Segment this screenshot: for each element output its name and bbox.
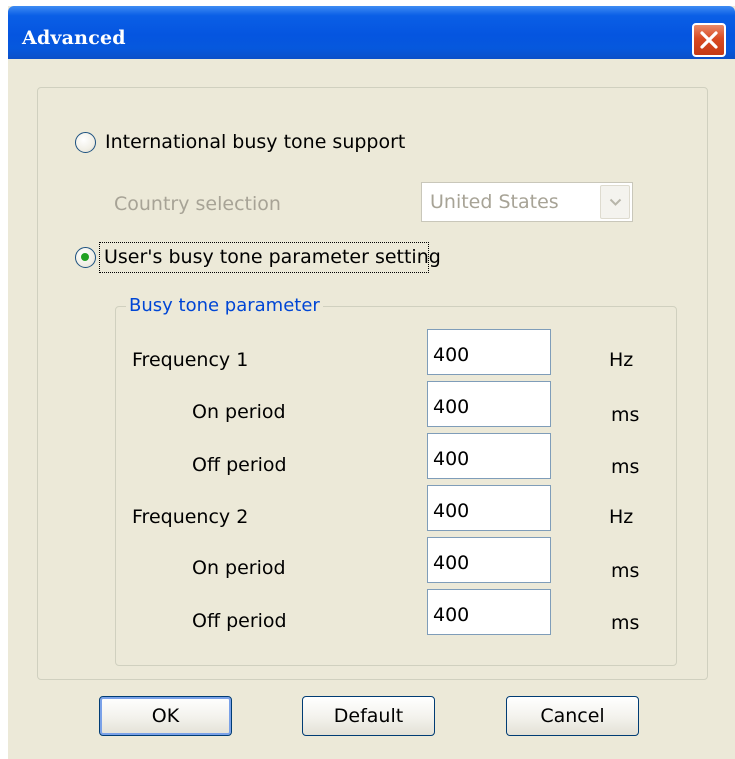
off-period-1-unit: ms	[611, 456, 640, 478]
frequency-1-input[interactable]	[427, 329, 551, 375]
user-busy-tone-radio[interactable]	[75, 247, 96, 268]
off-period-2-input[interactable]	[427, 589, 551, 635]
on-period-1-label: On period	[192, 401, 286, 423]
radio-selected-dot	[81, 253, 89, 261]
country-selection-value: United States	[430, 191, 559, 213]
dropdown-arrow-button[interactable]	[600, 185, 630, 219]
dialog-title: Advanced	[22, 27, 126, 49]
cancel-button[interactable]: Cancel	[506, 696, 639, 736]
ok-button[interactable]: OK	[99, 696, 232, 736]
chevron-down-icon	[609, 198, 622, 206]
off-period-2-label: Off period	[192, 610, 287, 632]
close-button[interactable]	[692, 23, 726, 57]
user-busy-tone-label[interactable]: User's busy tone parameter setting	[104, 246, 441, 268]
on-period-2-unit: ms	[611, 560, 640, 582]
on-period-1-unit: ms	[611, 404, 640, 426]
busy-tone-parameter-legend: Busy tone parameter	[126, 295, 323, 316]
country-selection-label: Country selection	[114, 193, 281, 215]
off-period-1-input[interactable]	[427, 433, 551, 479]
default-button[interactable]: Default	[302, 696, 435, 736]
title-bar[interactable]: Advanced	[8, 6, 735, 59]
screen: Advanced International busy tone support…	[0, 0, 735, 759]
advanced-dialog: Advanced International busy tone support…	[8, 6, 735, 759]
frequency-2-input[interactable]	[427, 485, 551, 531]
on-period-2-label: On period	[192, 557, 286, 579]
off-period-1-label: Off period	[192, 454, 287, 476]
frequency-2-unit: Hz	[609, 506, 634, 528]
international-busy-tone-radio[interactable]	[75, 132, 96, 153]
close-icon	[700, 31, 718, 49]
off-period-2-unit: ms	[611, 612, 640, 634]
frequency-2-label: Frequency 2	[132, 506, 249, 528]
on-period-1-input[interactable]	[427, 381, 551, 427]
country-selection-dropdown[interactable]: United States	[421, 182, 633, 222]
frequency-1-unit: Hz	[609, 349, 634, 371]
international-busy-tone-label[interactable]: International busy tone support	[105, 131, 405, 153]
on-period-2-input[interactable]	[427, 537, 551, 583]
frequency-1-label: Frequency 1	[132, 349, 249, 371]
